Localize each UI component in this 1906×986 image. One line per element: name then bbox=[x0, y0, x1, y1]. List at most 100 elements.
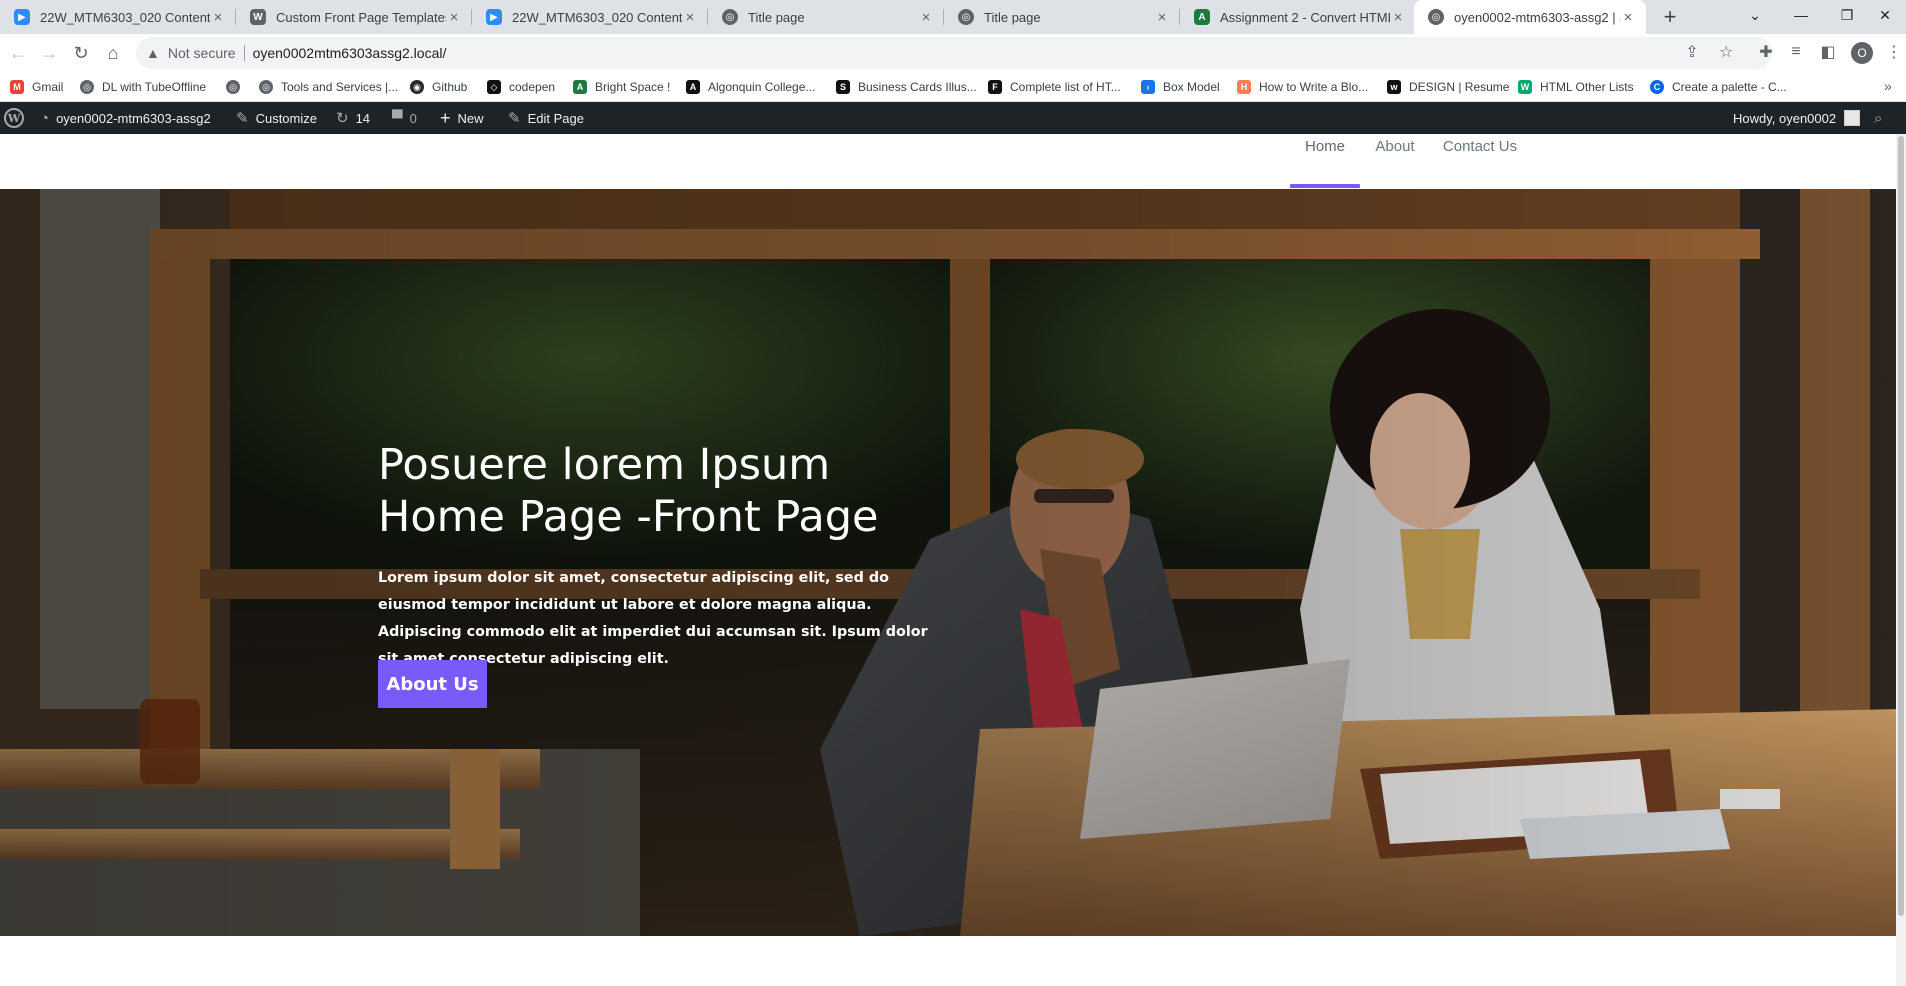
close-icon[interactable]: × bbox=[446, 9, 462, 26]
share-icon[interactable]: ⇪ bbox=[1682, 42, 1702, 62]
reload-icon[interactable]: ↻ bbox=[68, 40, 94, 66]
admin-search[interactable]: ⌕ bbox=[1874, 102, 1882, 134]
wix-icon: w bbox=[1387, 80, 1401, 94]
close-icon[interactable]: × bbox=[918, 9, 934, 26]
close-icon[interactable]: × bbox=[682, 9, 698, 26]
minimize-icon[interactable]: — bbox=[1778, 0, 1824, 30]
browser-tab[interactable]: ◎ Title page × bbox=[944, 0, 1180, 34]
profile-avatar[interactable]: O bbox=[1851, 42, 1873, 64]
brightspace-icon: A bbox=[573, 80, 587, 94]
account-menu[interactable]: Howdy, oyen0002 bbox=[1733, 102, 1861, 134]
reading-list-icon[interactable]: ≡ bbox=[1786, 42, 1806, 62]
close-icon[interactable]: × bbox=[1154, 9, 1170, 26]
wordpress-menu[interactable]: W bbox=[4, 102, 24, 134]
comments-link[interactable]: ▀ 0 bbox=[392, 102, 417, 134]
extensions-icon[interactable]: ✚ bbox=[1756, 42, 1776, 62]
globe-icon: ◎ bbox=[80, 80, 94, 94]
browser-tab[interactable]: W Custom Front Page Templates | T... × bbox=[236, 0, 472, 34]
wp-admin-bar: W ◔ oyen0002-mtm6303-assg2 ✎ Customize ↻ 14… bbox=[0, 102, 1906, 134]
browser-toolbar: ← → ↻ ⌂ ▲ Not secure oyen0002mtm6303assg… bbox=[0, 34, 1906, 72]
bookmark-item[interactable]: ◇ codepen bbox=[487, 78, 555, 96]
bookmark-item[interactable]: ◎ Tools and Services |... bbox=[259, 78, 398, 96]
arrow-icon: › bbox=[1141, 80, 1155, 94]
side-panel-icon[interactable]: ◧ bbox=[1818, 42, 1838, 62]
gmail-icon: M bbox=[10, 80, 24, 94]
bookmark-item[interactable]: ◎ bbox=[226, 78, 248, 96]
customize-link[interactable]: ✎ Customize bbox=[236, 102, 317, 134]
more-bookmarks-icon[interactable]: » bbox=[1884, 78, 1892, 94]
bookmark-item[interactable]: ◉ Github bbox=[410, 78, 467, 96]
edit-page-link[interactable]: ✎ Edit Page bbox=[508, 102, 584, 134]
close-window-icon[interactable]: ✕ bbox=[1862, 0, 1906, 30]
browser-tab[interactable]: ▶ 22W_MTM6303_020 Content M... × bbox=[472, 0, 708, 34]
site-header: Home About Contact Us bbox=[0, 134, 1906, 189]
close-icon[interactable]: × bbox=[1620, 9, 1636, 26]
bookmark-item[interactable]: F Complete list of HT... bbox=[988, 78, 1121, 96]
new-tab-button[interactable]: + bbox=[1658, 4, 1682, 29]
browser-tab[interactable]: ▶ 22W_MTM6303_020 Content M... × bbox=[0, 0, 236, 34]
github-icon: ◉ bbox=[410, 80, 424, 94]
globe-icon: ◎ bbox=[1428, 9, 1444, 25]
back-icon[interactable]: ← bbox=[5, 40, 31, 66]
close-icon[interactable]: × bbox=[1390, 9, 1406, 26]
security-status[interactable]: Not secure bbox=[168, 45, 236, 61]
bookmark-icon: S bbox=[836, 80, 850, 94]
browser-tab[interactable]: ◎ Title page × bbox=[708, 0, 944, 34]
globe-icon: ◎ bbox=[958, 9, 974, 25]
codepen-icon: ◇ bbox=[487, 80, 501, 94]
page-content-area bbox=[0, 936, 1906, 986]
bookmark-item[interactable]: w DESIGN | Resume bbox=[1387, 78, 1509, 96]
close-icon[interactable]: × bbox=[210, 9, 226, 26]
search-icon: ⌕ bbox=[1874, 109, 1883, 127]
bookmarks-bar: M Gmail ◎ DL with TubeOffline ◎ ◎ Tools and… bbox=[0, 72, 1906, 102]
globe-icon: ◎ bbox=[226, 80, 240, 94]
nav-item-about[interactable]: About bbox=[1364, 134, 1426, 189]
about-us-button[interactable]: About Us bbox=[378, 660, 487, 708]
bookmark-item[interactable]: S Business Cards Illus... bbox=[836, 78, 977, 96]
home-icon[interactable]: ⌂ bbox=[100, 40, 126, 66]
avatar bbox=[1844, 110, 1861, 126]
pencil-icon: ✎ bbox=[508, 110, 521, 127]
bookmark-star-icon[interactable]: ☆ bbox=[1716, 42, 1736, 62]
browser-tab-strip: ▶ 22W_MTM6303_020 Content M... × W Custo… bbox=[0, 0, 1906, 34]
bookmark-icon: F bbox=[988, 80, 1002, 94]
url-text[interactable]: oyen0002mtm6303assg2.local/ bbox=[253, 45, 447, 61]
nav-item-contact-us[interactable]: Contact Us bbox=[1436, 134, 1524, 189]
algonquin-icon: A bbox=[686, 80, 700, 94]
bookmark-item[interactable]: C Create a palette - C... bbox=[1650, 78, 1787, 96]
hero-title: Posuere lorem Ipsum Home Page -Front Pag… bbox=[378, 440, 879, 542]
bookmark-item[interactable]: W HTML Other Lists bbox=[1518, 78, 1634, 96]
zoom-icon: ▶ bbox=[486, 9, 502, 25]
hubspot-icon: H bbox=[1237, 80, 1251, 94]
bookmark-item[interactable]: A Bright Space ! bbox=[573, 78, 670, 96]
plus-icon: + bbox=[440, 107, 451, 128]
bookmark-item[interactable]: H How to Write a Blo... bbox=[1237, 78, 1368, 96]
browser-tab-active[interactable]: ◎ oyen0002-mtm6303-assg2 | Just... × bbox=[1414, 0, 1646, 34]
w3-icon: W bbox=[1518, 80, 1532, 94]
updates-link[interactable]: ↻ 14 bbox=[336, 102, 370, 134]
warning-icon[interactable]: ▲ bbox=[146, 45, 160, 61]
bookmark-item[interactable]: A Algonquin College... bbox=[686, 78, 815, 96]
site-name-menu[interactable]: ◔ oyen0002-mtm6303-assg2 bbox=[40, 102, 211, 134]
forward-icon[interactable]: → bbox=[36, 40, 62, 66]
algonquin-icon: A bbox=[1194, 9, 1210, 25]
nav-item-home[interactable]: Home bbox=[1290, 134, 1360, 189]
bookmark-item[interactable]: M Gmail bbox=[10, 78, 63, 96]
globe-icon: ◎ bbox=[722, 9, 738, 25]
hero-text: Lorem ipsum dolor sit amet, consectetur … bbox=[378, 570, 928, 667]
coolors-icon: C bbox=[1650, 80, 1664, 94]
address-bar[interactable]: ▲ Not secure oyen0002mtm6303assg2.local/ bbox=[136, 37, 1772, 69]
bookmark-item[interactable]: ◎ DL with TubeOffline bbox=[80, 78, 206, 96]
menu-icon[interactable]: ⋮ bbox=[1884, 42, 1904, 62]
wordpress-icon: W bbox=[250, 9, 266, 25]
dashboard-icon: ◔ bbox=[40, 109, 50, 127]
scrollbar-thumb[interactable] bbox=[1898, 136, 1904, 916]
tab-search-icon[interactable]: ⌄ bbox=[1732, 0, 1778, 30]
browser-tab[interactable]: A Assignment 2 - Convert HTML M... × bbox=[1180, 0, 1416, 34]
zoom-icon: ▶ bbox=[14, 9, 30, 25]
brush-icon: ✎ bbox=[236, 110, 249, 127]
hero-section: Posuere lorem Ipsum Home Page -Front Pag… bbox=[0, 189, 1906, 936]
active-nav-indicator bbox=[1290, 184, 1360, 188]
new-content-menu[interactable]: + New bbox=[440, 102, 484, 134]
bookmark-item[interactable]: › Box Model bbox=[1141, 78, 1220, 96]
